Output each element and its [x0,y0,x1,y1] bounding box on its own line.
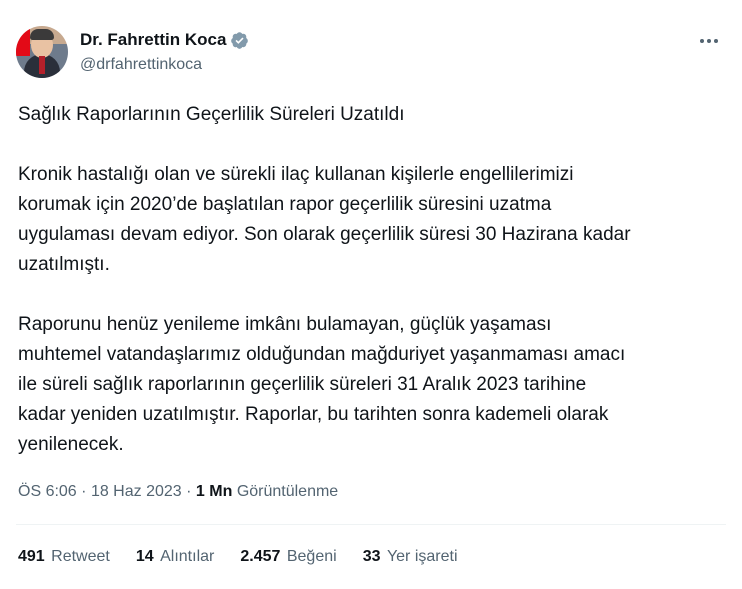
stat-bookmarks[interactable]: 33 Yer işareti [363,545,458,569]
tweet-time: ÖS 6:06 [18,483,77,500]
author-names: Dr. Fahrettin Koca @drfahrettinkoca [80,29,249,76]
stat-retweets[interactable]: 491 Retweet [18,545,110,569]
paragraph-2-line: yenilenecek. [18,434,124,455]
author-display-name[interactable]: Dr. Fahrettin Koca [80,29,226,51]
views-count: 1 Mn [195,483,233,500]
avatar[interactable] [16,26,68,78]
stat-label: Yer işareti [386,548,458,565]
stat-quotes[interactable]: 14 Alıntılar [136,545,215,569]
flag-decoration [16,26,30,56]
stat-label: Retweet [51,548,110,565]
avatar-tie [39,56,45,74]
views-label: Görüntülenme [236,483,339,500]
paragraph-2-line: ile süreli sağlık raporlarının geçerlili… [18,374,587,395]
author-handle[interactable]: @drfahrettinkoca [80,54,249,76]
stat-count: 491 [18,548,45,565]
stat-count: 33 [362,548,381,565]
paragraph-1-line: korumak için 2020’de başlatılan rapor ge… [18,194,552,215]
stat-likes[interactable]: 2.457 Beğeni [240,545,336,569]
tweet-title: Sağlık Raporlarının Geçerlilik Süreleri … [18,104,405,125]
tweet-header: Dr. Fahrettin Koca @drfahrettinkoca [16,26,726,78]
paragraph-2-line: kadar yeniden uzatılmıştır. Raporlar, bu… [18,404,609,425]
more-dots-icon[interactable] [694,28,724,54]
separator: · [186,483,192,500]
divider [16,524,726,525]
tweet-text: Sağlık Raporlarının Geçerlilik Süreleri … [18,100,726,460]
verified-badge-icon [231,31,249,49]
dot [714,39,718,43]
tweet-timestamp[interactable]: ÖS 6:06 · 18 Haz 2023 [18,483,182,500]
separator: · [81,483,87,500]
paragraph-2-line: muhtemel vatandaşlarımız olduğundan mağd… [18,344,626,365]
stat-label: Alıntılar [160,548,215,565]
tweet-detail: Dr. Fahrettin Koca @drfahrettinkoca Sağl… [0,0,742,589]
tweet-meta: ÖS 6:06 · 18 Haz 2023 · 1 Mn Görüntülenm… [18,480,338,504]
tweet-date: 18 Haz 2023 [90,483,182,500]
dot [700,39,704,43]
stat-count: 14 [135,548,154,565]
stat-count: 2.457 [240,548,281,565]
paragraph-1-line: Kronik hastalığı olan ve sürekli ilaç ku… [18,164,574,185]
paragraph-2-line: Raporunu henüz yenileme imkânı bulamayan… [18,314,552,335]
avatar-hair [30,29,54,40]
paragraph-1-line: uzatılmıştı. [18,254,110,275]
dot [707,39,711,43]
paragraph-1-line: uygulaması devam ediyor. Son olarak geçe… [18,224,631,245]
tweet-stats: 491 Retweet 14 Alıntılar 2.457 Beğeni 33… [18,545,458,569]
stat-label: Beğeni [286,548,337,565]
